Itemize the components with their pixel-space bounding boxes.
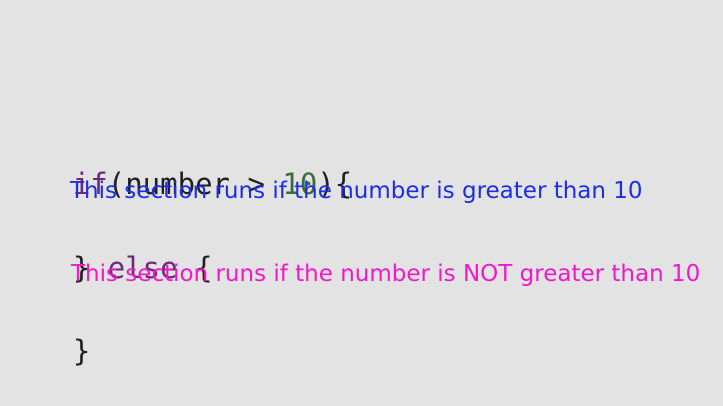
code-explanation-canvas: if(number > 10){ This section runs if th… [0,0,723,406]
else-closing-brace: } [72,334,91,368]
if-section-description: This section runs if the number is great… [70,178,643,204]
else-closing-line: } [3,297,90,405]
else-section-description: This section runs if the number is NOT g… [71,261,701,287]
